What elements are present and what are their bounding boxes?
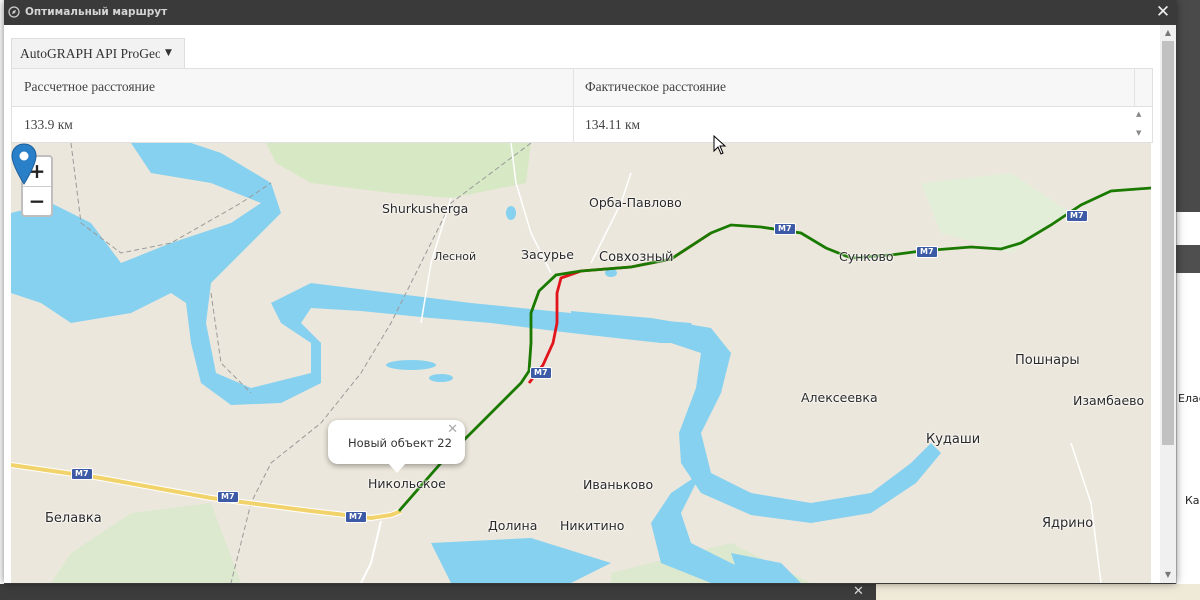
scroll-down-icon[interactable]: ▼ bbox=[1160, 569, 1176, 581]
column-divider bbox=[1134, 69, 1135, 106]
cell-actual-distance: 134.11 км bbox=[585, 117, 641, 132]
distance-table: Рассчетное расстояние Фактическое рассто… bbox=[11, 68, 1153, 143]
lake bbox=[386, 360, 436, 370]
highway-shield: M7 bbox=[916, 246, 938, 258]
calculated-route-line bbox=[397, 186, 1151, 512]
highway-shield: M7 bbox=[345, 511, 367, 523]
table-scroll-down-icon[interactable]: ▼ bbox=[1136, 129, 1141, 137]
place-label: Изамбаево bbox=[1073, 393, 1145, 408]
compass-icon bbox=[8, 6, 20, 18]
table-scroll-up-icon[interactable]: ▲ bbox=[1136, 110, 1141, 118]
place-label: Иваньково bbox=[583, 477, 654, 492]
minor-road bbox=[360, 520, 382, 583]
header-calculated-distance: Рассчетное расстояние bbox=[24, 79, 155, 94]
place-label: Кудаши bbox=[926, 432, 981, 447]
place-label: Засурье bbox=[521, 247, 574, 262]
map-canvas bbox=[11, 143, 1151, 583]
scrollbar-thumb[interactable] bbox=[1162, 41, 1174, 445]
map-marker-icon[interactable] bbox=[11, 143, 37, 185]
highway-shield: M7 bbox=[530, 367, 552, 379]
water-body bbox=[731, 553, 801, 583]
dialog-title: Оптимальный маршрут bbox=[25, 6, 168, 18]
popup-object-name: Новый объект 22 bbox=[348, 436, 452, 450]
place-label: Орба-Павлово bbox=[589, 195, 682, 210]
dialog-content: AutoGRAPH API ProGeo ▼ Рассчетное рассто… bbox=[4, 25, 1160, 583]
popup-tip bbox=[388, 463, 406, 473]
place-label: Сунково bbox=[839, 249, 894, 264]
close-icon[interactable]: ✕ bbox=[1154, 3, 1172, 21]
scroll-up-icon[interactable]: ▲ bbox=[1160, 27, 1176, 39]
highway-shield: M7 bbox=[71, 468, 93, 480]
place-label: Никитино bbox=[560, 518, 625, 533]
background-window-bar: ✕ bbox=[0, 584, 876, 600]
forest-area bbox=[921, 173, 1071, 253]
route-provider-value: AutoGRAPH API ProGeo bbox=[20, 46, 160, 61]
marker-popup: Новый объект 22 ✕ bbox=[328, 420, 465, 473]
highway-shield: M7 bbox=[774, 223, 796, 235]
place-label: Shurkusherga bbox=[382, 201, 469, 216]
route-map[interactable]: M7 M7 M7 M7 M7 M7 M7 Shurkusherga Орба-П… bbox=[11, 143, 1151, 583]
lake bbox=[506, 206, 516, 220]
place-label: Ядрино bbox=[1042, 516, 1094, 531]
route-provider-dropdown[interactable]: AutoGRAPH API ProGeo ▼ bbox=[11, 38, 185, 68]
place-label: Никольское bbox=[368, 476, 446, 491]
dialog-titlebar[interactable]: Оптимальный маршрут ✕ bbox=[4, 0, 1176, 25]
cell-calculated-distance: 133.9 км bbox=[24, 117, 73, 132]
background-map-fragment bbox=[876, 584, 1200, 600]
lake bbox=[429, 374, 453, 382]
place-label: Лесной bbox=[434, 250, 477, 263]
water-body bbox=[431, 538, 611, 583]
highway-shield: M7 bbox=[1066, 210, 1088, 222]
background-toolbar bbox=[1176, 245, 1200, 273]
background-close-icon[interactable]: ✕ bbox=[853, 584, 864, 600]
place-label: Алексеевка bbox=[801, 390, 878, 405]
place-label: Долина bbox=[488, 518, 538, 533]
header-actual-distance: Фактическое расстояние bbox=[585, 79, 727, 94]
table-header bbox=[12, 69, 1152, 107]
mouse-cursor-icon bbox=[713, 135, 727, 155]
place-label: Белавка bbox=[45, 511, 102, 526]
minor-road bbox=[1070, 442, 1102, 583]
column-divider bbox=[573, 69, 574, 143]
highway-shield: M7 bbox=[217, 491, 239, 503]
popup-close-icon[interactable]: ✕ bbox=[447, 422, 458, 437]
background-map-label: Кар bbox=[1185, 494, 1200, 507]
forest-area bbox=[266, 143, 531, 198]
optimal-route-dialog: Оптимальный маршрут ✕ AutoGRAPH API ProG… bbox=[4, 0, 1176, 583]
background-map-label: Елас bbox=[1178, 392, 1200, 405]
place-label: Пошнары bbox=[1015, 353, 1080, 368]
caret-down-icon: ▼ bbox=[165, 48, 172, 58]
dialog-scrollbar[interactable]: ▲ ▼ bbox=[1160, 25, 1176, 583]
place-label: Совхозный bbox=[599, 250, 674, 265]
zoom-out-button[interactable]: − bbox=[23, 187, 51, 216]
